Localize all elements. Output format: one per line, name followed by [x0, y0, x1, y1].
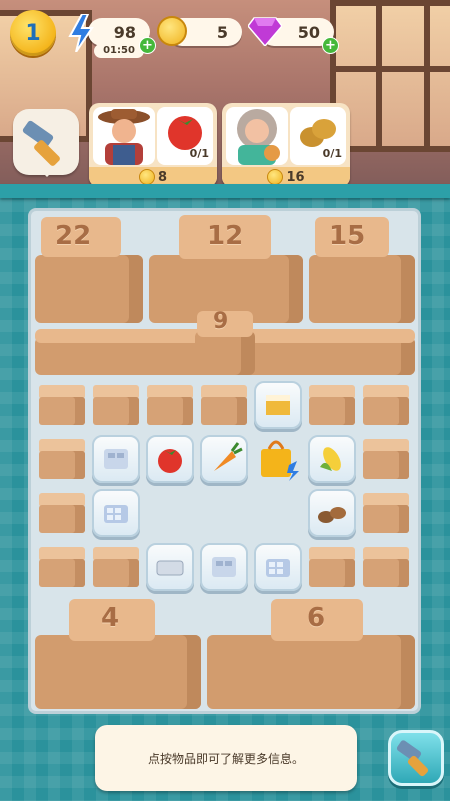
box-stack-number: 15 — [329, 221, 366, 251]
gift-bag-icon — [261, 440, 299, 481]
ice-cube-icon — [266, 559, 290, 577]
farmer-avatar — [93, 107, 155, 165]
box-cell[interactable] — [305, 539, 359, 593]
ice-cube-tray-2-item[interactable] — [251, 539, 305, 593]
hammer-tool-bubble[interactable] — [13, 109, 79, 177]
hint-text: 点按物品即可了解更多信息。 — [147, 751, 304, 766]
level-badge[interactable]: 1 — [10, 10, 56, 56]
nurse-avatar — [226, 107, 288, 165]
gem-value: 50 — [297, 22, 320, 42]
carrot-item[interactable] — [197, 431, 251, 485]
order-reward-value: 8 — [157, 169, 168, 185]
board-top-border — [0, 184, 450, 198]
carrot-icon — [214, 442, 243, 471]
box-stack-6[interactable]: 6 — [207, 595, 417, 711]
tray-icon — [156, 560, 184, 576]
hammer-icon — [22, 120, 60, 166]
box-cell[interactable] — [35, 539, 89, 593]
ice-tray-2-item[interactable] — [197, 539, 251, 593]
box-cell[interactable] — [359, 431, 413, 485]
coin-icon — [157, 16, 187, 46]
corn-icon — [320, 447, 341, 471]
order-progress: 0/1 — [322, 147, 342, 160]
tray-item[interactable] — [143, 539, 197, 593]
box-stack-number: 6 — [307, 603, 326, 633]
cake-icon — [266, 395, 290, 415]
add-energy-button[interactable]: + — [139, 37, 156, 54]
box-cell[interactable] — [197, 377, 251, 431]
hammer-button[interactable] — [388, 730, 444, 786]
order-progress: 0/1 — [189, 147, 209, 160]
lightning-icon — [68, 14, 94, 52]
order-card-farmer[interactable]: 0/1 8 — [89, 103, 217, 187]
order-reward-value: 16 — [286, 169, 305, 185]
ice-tray-item[interactable] — [89, 431, 143, 485]
ice-tray-icon — [212, 557, 236, 577]
box-cell[interactable] — [359, 377, 413, 431]
box-cell[interactable] — [143, 377, 197, 431]
hammer-icon — [396, 740, 429, 777]
level-number: 1 — [25, 20, 41, 46]
box-cell[interactable] — [35, 431, 89, 485]
ice-cube-icon — [104, 505, 128, 523]
corn-item[interactable] — [305, 431, 359, 485]
nuts-item[interactable] — [305, 485, 359, 539]
box-cell[interactable] — [359, 539, 413, 593]
gem-icon — [248, 17, 282, 46]
box-stack-number: 22 — [55, 221, 92, 251]
energy-value: 98 — [113, 22, 136, 42]
box-stack-number: 12 — [207, 221, 244, 251]
box-cell[interactable] — [89, 377, 143, 431]
box-cell[interactable] — [359, 485, 413, 539]
merge-board[interactable]: 22 12 15 9 4 6 — [28, 208, 421, 714]
box-stack-9[interactable]: 9 — [195, 309, 257, 377]
add-gems-button[interactable]: + — [322, 37, 339, 54]
box-stack-number: 4 — [101, 603, 120, 633]
box-stack-4[interactable]: 4 — [35, 595, 203, 711]
nuts-icon — [318, 507, 346, 523]
hint-panel: 点按物品即可了解更多信息。 — [95, 725, 357, 791]
coin-value: 5 — [216, 22, 228, 42]
box-stack-22[interactable]: 22 — [35, 215, 145, 325]
box-stack-15[interactable]: 15 — [309, 215, 417, 325]
box-cell[interactable] — [89, 539, 143, 593]
coin-icon — [267, 169, 284, 185]
order-card-nurse[interactable]: 0/1 16 — [222, 103, 350, 187]
box-cell[interactable] — [35, 485, 89, 539]
gift-bag-item[interactable] — [251, 431, 305, 485]
coin-icon — [138, 169, 155, 185]
box-cell[interactable] — [35, 377, 89, 431]
ice-cube-tray-item[interactable] — [89, 485, 143, 539]
tomato-item[interactable] — [143, 431, 197, 485]
cake-slice-item[interactable] — [251, 377, 305, 431]
box-stack-number: 9 — [213, 309, 229, 334]
box-cell[interactable] — [305, 377, 359, 431]
ice-tray-icon — [104, 449, 128, 469]
energy-timer: 01:50 — [94, 44, 144, 58]
tomato-icon — [158, 449, 182, 473]
